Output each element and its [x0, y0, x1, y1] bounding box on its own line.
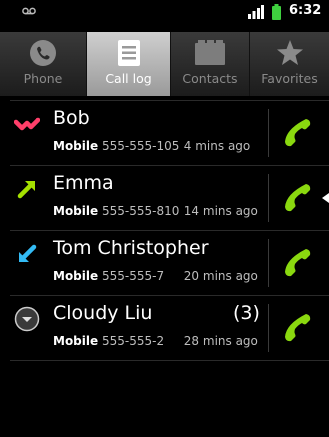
phone-number: 555-555-810 — [101, 204, 180, 218]
status-bar: 6:32 — [0, 0, 329, 24]
tab-label: Phone — [23, 71, 63, 86]
outgoing-call-icon — [17, 181, 35, 199]
call-log-row[interactable]: Bob Mobile 555-555-105 4 mins ago — [10, 100, 329, 166]
call-button-icon[interactable] — [280, 245, 316, 281]
status-time: 6:32 — [289, 3, 322, 18]
call-details: Mobile 555-555-7 20 mins ago — [53, 269, 263, 283]
contact-name: Cloudy Liu — [53, 302, 153, 324]
tab-label: Contacts — [182, 71, 238, 86]
call-log-row[interactable]: Emma Mobile 555-555-810 14 mins ago — [10, 166, 329, 231]
contact-name: Bob — [53, 107, 90, 129]
tab-bar: Phone Call log Contacts Favorites — [0, 32, 329, 96]
call-time: 14 mins ago — [183, 204, 258, 218]
call-details: Mobile 555-555-105 4 mins ago — [53, 139, 263, 153]
tab-phone[interactable]: Phone — [0, 32, 86, 96]
phone-number: 555-555-7 — [101, 269, 165, 283]
expand-group-icon[interactable] — [14, 306, 40, 332]
row-divider — [268, 239, 269, 287]
call-log-icon — [113, 39, 145, 67]
pointer-arrow-icon — [322, 193, 329, 203]
phone-icon — [27, 39, 59, 67]
row-divider — [268, 174, 269, 222]
contact-name: Tom Christopher — [53, 237, 209, 259]
call-count: (3) — [233, 302, 260, 324]
call-button-icon[interactable] — [280, 180, 316, 216]
contact-name: Emma — [53, 172, 114, 194]
row-divider — [268, 304, 269, 352]
row-divider — [268, 109, 269, 157]
call-time: 4 mins ago — [183, 139, 251, 153]
voicemail-icon — [22, 7, 36, 15]
call-log-row[interactable]: Tom Christopher Mobile 555-555-7 20 mins… — [10, 231, 329, 296]
call-button-icon[interactable] — [280, 115, 316, 151]
tab-call-log[interactable]: Call log — [87, 32, 170, 96]
tab-label: Call log — [105, 71, 152, 86]
call-details: Mobile 555-555-2 28 mins ago — [53, 334, 263, 348]
missed-call-icon — [14, 117, 40, 131]
battery-icon — [272, 4, 281, 20]
call-log-row[interactable]: Cloudy Liu (3) Mobile 555-555-2 28 mins … — [10, 296, 329, 361]
number-type: Mobile — [53, 334, 99, 348]
favorites-icon — [274, 39, 306, 67]
number-type: Mobile — [53, 139, 99, 153]
call-time: 20 mins ago — [183, 269, 258, 283]
incoming-call-icon — [19, 244, 37, 262]
tab-contacts[interactable]: Contacts — [171, 32, 249, 96]
call-log-list: Bob Mobile 555-555-105 4 mins ago Emma M… — [10, 100, 329, 361]
call-time: 28 mins ago — [183, 334, 258, 348]
contacts-icon — [194, 39, 226, 67]
signal-icon — [248, 5, 264, 19]
call-details: Mobile 555-555-810 14 mins ago — [53, 204, 263, 218]
phone-number: 555-555-2 — [101, 334, 165, 348]
phone-number: 555-555-105 — [101, 139, 180, 153]
number-type: Mobile — [53, 204, 99, 218]
number-type: Mobile — [53, 269, 99, 283]
tab-favorites[interactable]: Favorites — [250, 32, 329, 96]
call-button-icon[interactable] — [280, 310, 316, 346]
tab-label: Favorites — [261, 71, 318, 86]
